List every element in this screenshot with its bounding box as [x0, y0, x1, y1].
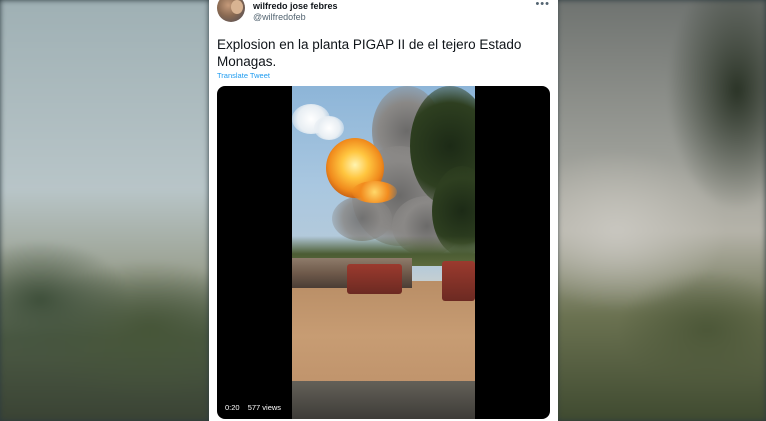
video-frame	[292, 86, 475, 419]
blurred-background-left	[0, 0, 209, 421]
tweet-text: Explosion en la planta PIGAP II de el te…	[217, 37, 522, 69]
video-duration: 0:20	[225, 403, 240, 412]
avatar[interactable]	[217, 0, 245, 22]
tweet-card[interactable]: wilfredo jose febres @wilfredofeb ••• Ex…	[209, 0, 558, 421]
video-meta: 0:20 577 views	[225, 403, 287, 412]
more-options-icon[interactable]: •••	[535, 0, 550, 10]
video-views: 577 views	[247, 403, 282, 412]
translate-tweet-link[interactable]: Translate Tweet	[217, 71, 270, 80]
blurred-background-right	[557, 0, 766, 421]
user-handle[interactable]: @wilfredofeb	[253, 12, 306, 22]
video-player[interactable]: 0:20 577 views	[217, 86, 550, 419]
display-name[interactable]: wilfredo jose febres	[253, 1, 338, 11]
